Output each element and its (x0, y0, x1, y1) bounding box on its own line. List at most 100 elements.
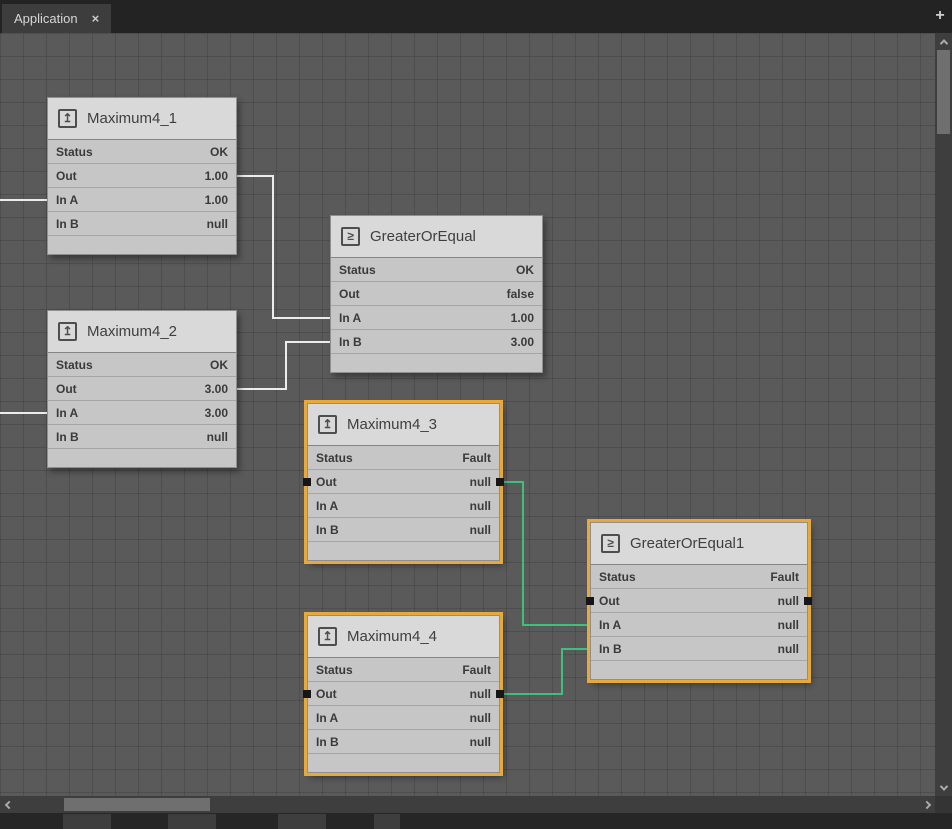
maximum-icon: ↥ (318, 627, 337, 646)
node-title: GreaterOrEqual (370, 228, 476, 245)
scrollbar-corner (935, 796, 952, 813)
row-value: false (507, 287, 534, 301)
row-label: In A (599, 618, 621, 632)
node-title: Maximum4_2 (87, 323, 177, 340)
row-in-b: In B null (308, 518, 499, 542)
port-pin-ge1-out-left[interactable] (586, 597, 594, 605)
row-value: null (470, 523, 491, 537)
add-tab-button[interactable]: + (932, 7, 948, 25)
row-in-a: In A null (308, 706, 499, 730)
row-label: In B (316, 735, 339, 749)
row-value: null (778, 618, 799, 632)
bottom-strip (0, 813, 952, 829)
node-header[interactable]: ↥ Maximum4_1 (48, 98, 236, 140)
row-label: Status (56, 145, 93, 159)
wire-max3-to-ge1-ina[interactable] (500, 482, 590, 625)
wire-max2-to-ge-inb[interactable] (237, 342, 330, 389)
row-value: OK (516, 263, 534, 277)
horizontal-scrollbar[interactable] (0, 796, 935, 813)
row-value: null (470, 735, 491, 749)
dock-tab-segment (168, 814, 216, 829)
row-out: Out null (308, 470, 499, 494)
node-maximum4-3[interactable]: ↥ Maximum4_3 Status Fault Out null In A … (307, 403, 500, 561)
node-header[interactable]: ↥ Maximum4_2 (48, 311, 236, 353)
tab-label: Application (14, 11, 78, 26)
row-label: In B (599, 642, 622, 656)
row-in-a: In A 1.00 (48, 188, 236, 212)
dock-tab-segment (63, 814, 111, 829)
row-value: Fault (462, 663, 491, 677)
port-pin-max4-out-left[interactable] (303, 690, 311, 698)
node-title: Maximum4_1 (87, 110, 177, 127)
row-label: In A (56, 193, 78, 207)
row-label: In B (56, 217, 79, 231)
tab-bar: Application × + (0, 0, 952, 33)
row-value: null (207, 217, 228, 231)
port-pin-ge1-out-right[interactable] (804, 597, 812, 605)
row-value: null (470, 499, 491, 513)
row-value: OK (210, 358, 228, 372)
row-label: Status (56, 358, 93, 372)
dock-tab-segment (374, 814, 400, 829)
node-maximum4-2[interactable]: ↥ Maximum4_2 Status OK Out 3.00 In A 3.0… (47, 310, 237, 468)
wire-max1-to-ge-ina[interactable] (237, 176, 330, 318)
row-label: In A (316, 711, 338, 725)
row-label: Out (599, 594, 620, 608)
dock-tab-segment (278, 814, 326, 829)
vertical-scroll-thumb[interactable] (937, 50, 950, 134)
node-maximum4-1[interactable]: ↥ Maximum4_1 Status OK Out 1.00 In A 1.0… (47, 97, 237, 255)
row-in-b: In B null (308, 730, 499, 754)
row-value: null (470, 687, 491, 701)
row-in-b: In B null (48, 425, 236, 449)
node-greaterorequal[interactable]: ≥ GreaterOrEqual Status OK Out false In … (330, 215, 543, 373)
port-pin-max4-out-right[interactable] (496, 690, 504, 698)
node-greaterorequal1[interactable]: ≥ GreaterOrEqual1 Status Fault Out null … (590, 522, 808, 680)
node-header[interactable]: ↥ Maximum4_4 (308, 616, 499, 658)
row-status: Status Fault (591, 565, 807, 589)
row-label: In B (316, 523, 339, 537)
chevron-right-icon (922, 800, 930, 808)
row-status: Status OK (48, 140, 236, 164)
node-footer (48, 236, 236, 254)
scroll-up-button[interactable] (935, 33, 952, 50)
node-maximum4-4[interactable]: ↥ Maximum4_4 Status Fault Out null In A … (307, 615, 500, 773)
row-value: 1.00 (511, 311, 534, 325)
row-out: Out 1.00 (48, 164, 236, 188)
row-in-a: In A null (591, 613, 807, 637)
maximum-icon: ↥ (58, 109, 77, 128)
node-header[interactable]: ≥ GreaterOrEqual (331, 216, 542, 258)
chevron-up-icon (939, 39, 947, 47)
horizontal-scroll-thumb[interactable] (64, 798, 210, 811)
tab-application[interactable]: Application × (2, 4, 111, 33)
node-footer (331, 354, 542, 372)
port-pin-max3-out-right[interactable] (496, 478, 504, 486)
row-label: Status (599, 570, 636, 584)
row-value: Fault (462, 451, 491, 465)
node-header[interactable]: ≥ GreaterOrEqual1 (591, 523, 807, 565)
node-footer (308, 754, 499, 772)
node-title: Maximum4_4 (347, 628, 437, 645)
row-label: In A (316, 499, 338, 513)
node-title: Maximum4_3 (347, 416, 437, 433)
chevron-left-icon (4, 800, 12, 808)
wire-max4-to-ge1-inb[interactable] (500, 649, 590, 694)
row-value: 3.00 (205, 382, 228, 396)
scroll-right-button[interactable] (918, 796, 935, 813)
row-label: Status (316, 451, 353, 465)
row-label: Out (56, 169, 77, 183)
diagram-canvas[interactable]: ↥ Maximum4_1 Status OK Out 1.00 In A 1.0… (0, 33, 935, 796)
row-in-a: In A null (308, 494, 499, 518)
port-pin-max3-out-left[interactable] (303, 478, 311, 486)
scroll-down-button[interactable] (935, 779, 952, 796)
tab-close-icon[interactable]: × (92, 12, 100, 25)
row-value: null (778, 594, 799, 608)
vertical-scrollbar[interactable] (935, 33, 952, 796)
row-status: Status Fault (308, 446, 499, 470)
row-value: null (778, 642, 799, 656)
node-header[interactable]: ↥ Maximum4_3 (308, 404, 499, 446)
scroll-left-button[interactable] (0, 796, 17, 813)
row-in-b: In B 3.00 (331, 330, 542, 354)
row-label: In B (56, 430, 79, 444)
row-label: Out (56, 382, 77, 396)
row-label: Out (339, 287, 360, 301)
